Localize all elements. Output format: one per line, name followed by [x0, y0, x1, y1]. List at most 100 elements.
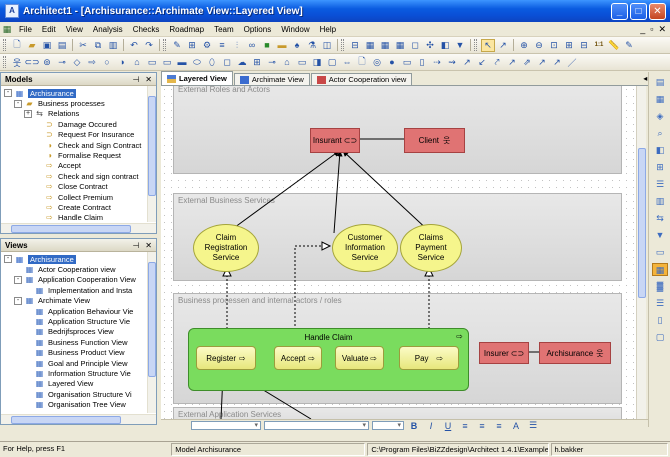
menu-window[interactable]: Window — [276, 25, 314, 34]
tab-archimate-view[interactable]: Archimate View — [233, 73, 310, 85]
font-color-icon[interactable]: A — [509, 419, 523, 432]
stack-icon[interactable]: ☰ — [652, 297, 668, 310]
triggering-icon[interactable]: ⇢ — [430, 56, 444, 69]
collapse-icon[interactable]: - — [14, 275, 22, 284]
tree-item[interactable]: + ⇆ Relations — [1, 109, 156, 119]
tree-item[interactable]: ⇨ Handle Claim — [1, 213, 156, 222]
event-icon[interactable]: ○ — [100, 56, 114, 69]
node-icon[interactable]: ◨ — [310, 56, 324, 69]
value-icon[interactable]: ⬭ — [190, 56, 204, 69]
used-by-icon[interactable]: ↗ — [505, 56, 519, 69]
service-claims-payment[interactable]: Claims Payment Service — [400, 224, 462, 272]
function-icon[interactable]: ⌂ — [130, 56, 144, 69]
pencil-icon[interactable]: ✎ — [622, 39, 636, 52]
network-icon[interactable]: ⇔ — [340, 56, 354, 69]
align-right-icon[interactable]: ≡ — [492, 419, 506, 432]
tree-item[interactable]: ⇨ Collect Premium — [1, 192, 156, 202]
list-bullets-icon[interactable]: ☰ — [526, 419, 540, 432]
zoom-window-icon[interactable]: ⊡ — [547, 39, 561, 52]
service-claim-registration[interactable]: Claim Registration Service — [193, 224, 259, 272]
cut-icon[interactable]: ✂ — [76, 39, 90, 52]
actor-client[interactable]: Client 웃 — [404, 128, 465, 153]
undo-icon[interactable]: ↶ — [127, 39, 141, 52]
layout-icon[interactable]: ⚙ — [200, 39, 214, 52]
contract-icon[interactable]: ▭ — [160, 56, 174, 69]
properties-icon[interactable]: ▦ — [652, 93, 668, 106]
tree-item[interactable]: ⊃ Request For Insurance — [1, 130, 156, 140]
access-icon[interactable]: ↗ — [460, 56, 474, 69]
menu-checks[interactable]: Checks — [128, 25, 165, 34]
view-4-icon[interactable]: ◻ — [408, 39, 422, 52]
pin-icon[interactable]: ⊣ — [132, 241, 139, 250]
service-customer-information[interactable]: Customer Information Service — [332, 224, 398, 272]
distribute-icon[interactable]: ≡ — [215, 39, 229, 52]
minimize-button[interactable]: _ — [611, 3, 628, 20]
mdi-minimize-button[interactable]: _ — [640, 24, 645, 35]
tree-item[interactable]: ◑ Check and Sign Contract — [1, 140, 156, 150]
tree-item[interactable]: - ▦ Archisurance — [1, 254, 156, 264]
palette-icon[interactable]: ▤ — [652, 76, 668, 89]
process-pay[interactable]: Pay ⇨ — [399, 346, 459, 370]
view-1-icon[interactable]: ▦ — [363, 39, 377, 52]
zoom-in-icon[interactable]: ⊕ — [517, 39, 531, 52]
matrix-icon[interactable]: ▓ — [652, 280, 668, 293]
object-icon[interactable]: ▭ — [145, 56, 159, 69]
grid-icon[interactable]: ⊟ — [348, 39, 362, 52]
interface-icon[interactable]: ⊸ — [55, 56, 69, 69]
actor-archisurance[interactable]: Archisurance 웃 — [539, 342, 611, 364]
zoom-out-icon[interactable]: ⊖ — [532, 39, 546, 52]
toolbar-grip[interactable] — [163, 39, 166, 51]
font-combo[interactable]: ▾ — [191, 421, 261, 430]
menu-analysis[interactable]: Analysis — [88, 25, 128, 34]
device-icon[interactable]: ▢ — [325, 56, 339, 69]
assignment-icon[interactable]: ↙ — [475, 56, 489, 69]
role-icon[interactable]: ⊂⊃ — [24, 56, 39, 69]
toolbar-grip[interactable] — [3, 56, 6, 68]
tree-item[interactable]: ◑ Formalise Request — [1, 150, 156, 160]
color-palette-icon[interactable]: ▦ — [652, 263, 668, 276]
tree-item[interactable]: ⊃ Damage Occured — [1, 119, 156, 129]
export-icon[interactable]: ▢ — [652, 331, 668, 344]
app-function-icon[interactable]: ⌂ — [280, 56, 294, 69]
tree-item[interactable]: - ▰ Business processes — [1, 98, 156, 108]
views-hscrollbar[interactable] — [1, 414, 156, 424]
note-icon[interactable]: ▯ — [415, 56, 429, 69]
list-icon[interactable]: ☰ — [652, 178, 668, 191]
process-accept[interactable]: Accept ⇨ — [274, 346, 322, 370]
collapse-icon[interactable]: - — [4, 89, 12, 98]
process-arrow-icon[interactable]: ⇨ — [85, 56, 99, 69]
filter-icon[interactable]: ▼ — [453, 39, 467, 52]
pin-icon[interactable]: ⊣ — [132, 75, 139, 84]
relation-icon[interactable]: ⇆ — [652, 212, 668, 225]
layers-icon[interactable]: ◧ — [652, 144, 668, 157]
tree-item[interactable]: ▦ Goal and Principle View — [1, 358, 156, 368]
meaning-icon[interactable]: ☁ — [235, 56, 249, 69]
tree-item[interactable]: ⇨ Accept — [1, 161, 156, 171]
tab-scroll-left-icon[interactable]: ◂ — [643, 74, 647, 83]
actor-icon[interactable]: 웃 — [10, 56, 24, 69]
bold-icon[interactable]: B — [407, 419, 421, 432]
zoom-fit-icon[interactable]: ◧ — [438, 39, 452, 52]
location-icon[interactable]: ◇ — [70, 56, 84, 69]
style-combo[interactable]: ▾ — [264, 421, 369, 430]
mdi-close-button[interactable]: ✕ — [658, 24, 666, 35]
expand-icon[interactable]: + — [24, 109, 32, 118]
role-insurant[interactable]: Insurant ⊂⊃ — [310, 128, 360, 153]
tree-item[interactable]: ▦ Application Behaviour Vie — [1, 306, 156, 316]
zoom-100-icon[interactable]: 1:1 — [592, 39, 606, 52]
flow-icon[interactable]: ⇝ — [445, 56, 459, 69]
model-tree-icon[interactable]: ◫ — [320, 39, 334, 52]
tree-item[interactable]: ▦ Bedrijfsproces View — [1, 327, 156, 337]
collapse-icon[interactable]: - — [14, 296, 22, 305]
collapse-icon[interactable]: - — [14, 99, 22, 108]
specialization-icon[interactable]: ⇗ — [520, 56, 534, 69]
tree-item[interactable]: ▦ Business Function View — [1, 337, 156, 347]
navigator-icon[interactable]: ◈ — [652, 110, 668, 123]
save-icon[interactable]: ▣ — [40, 39, 54, 52]
view-3-icon[interactable]: ▦ — [393, 39, 407, 52]
zoom-width-icon[interactable]: ⊟ — [577, 39, 591, 52]
menu-help[interactable]: Help — [315, 25, 341, 34]
underline-icon[interactable]: U — [441, 419, 455, 432]
chart-icon[interactable]: ▬ — [275, 39, 289, 52]
realization-icon[interactable]: ⤤ — [490, 56, 504, 69]
